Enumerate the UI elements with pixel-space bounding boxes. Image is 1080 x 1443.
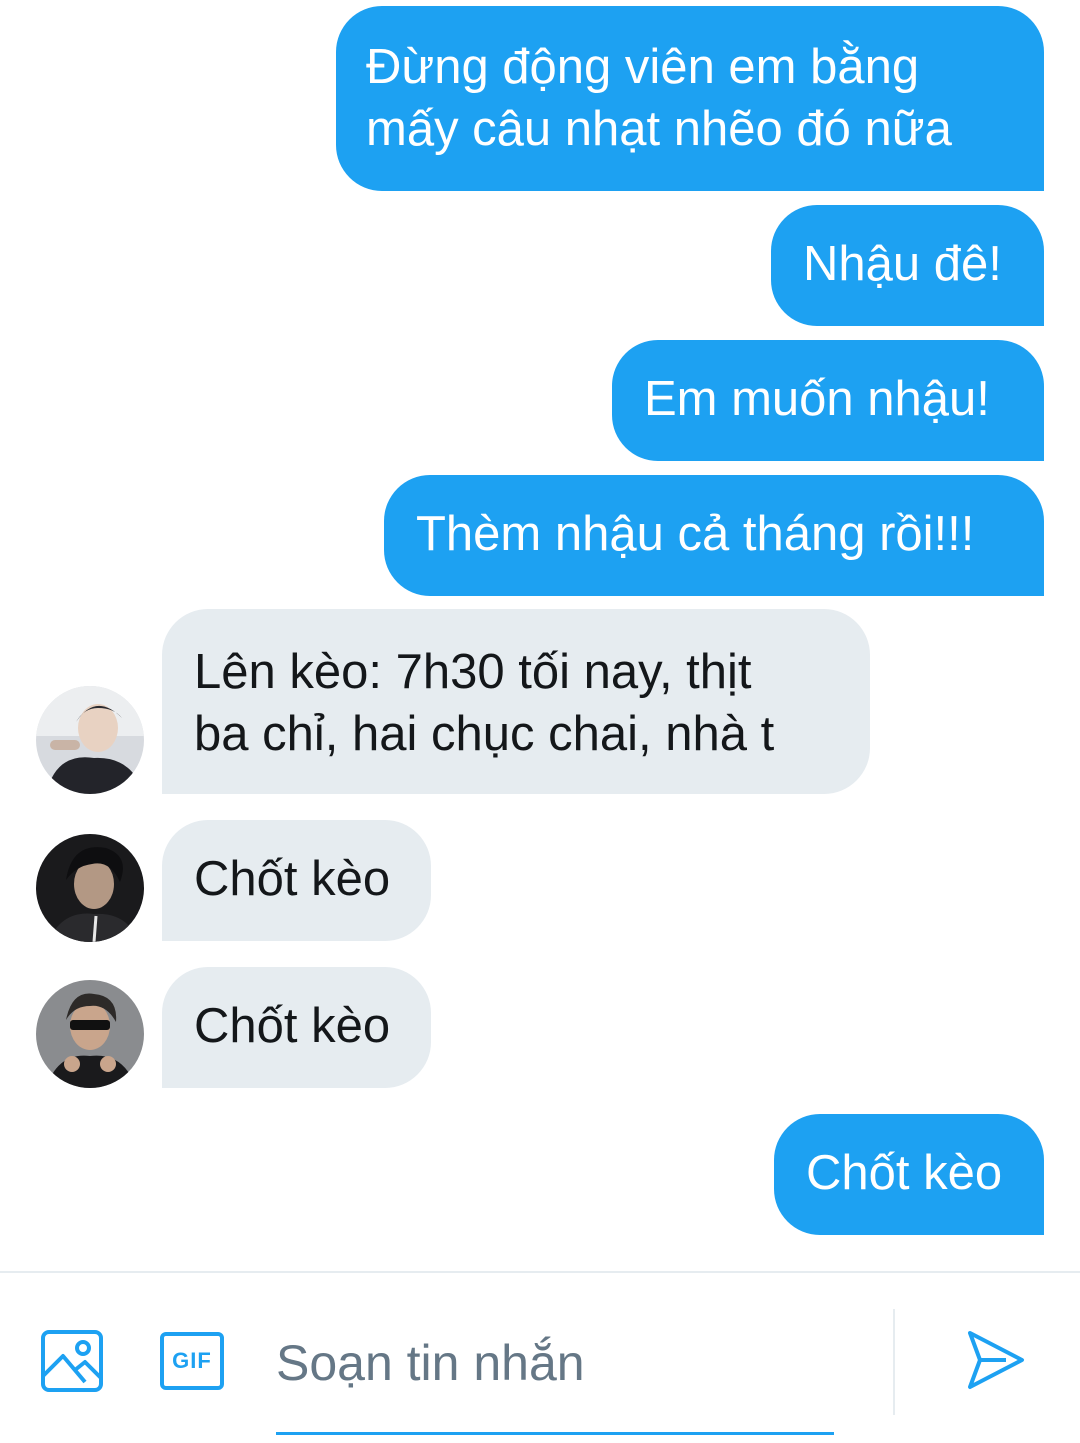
add-image-button[interactable] [40, 1329, 104, 1393]
image-icon [41, 1330, 103, 1392]
message-bubble-incoming: Lên kèo: 7h30 tối nay, thịt ba chỉ, hai … [162, 609, 870, 794]
gif-icon: GIF [160, 1332, 224, 1390]
dm-conversation: Đừng động viên em bằng mấy câu nhạt nhẽo… [0, 0, 1080, 1443]
message-bubble-incoming: Chốt kèo [162, 820, 431, 941]
send-icon [968, 1331, 1024, 1389]
avatar[interactable] [36, 686, 144, 794]
gif-label: GIF [172, 1348, 212, 1373]
message-bubble-incoming: Chốt kèo [162, 967, 431, 1088]
add-gif-button[interactable]: GIF [160, 1329, 224, 1393]
avatar[interactable] [36, 980, 144, 1088]
composer-divider [893, 1309, 895, 1415]
message-bubble-outgoing: Thèm nhậu cả tháng rồi!!! [384, 475, 1044, 596]
avatar[interactable] [36, 834, 144, 942]
send-button[interactable] [964, 1327, 1028, 1393]
message-input[interactable] [276, 1323, 834, 1435]
message-bubble-outgoing: Nhậu đê! [771, 205, 1044, 326]
message-bubble-outgoing: Chốt kèo [774, 1114, 1044, 1235]
message-composer: GIF [0, 1271, 1080, 1443]
message-bubble-outgoing: Em muốn nhậu! [612, 340, 1044, 461]
message-bubble-outgoing: Đừng động viên em bằng mấy câu nhạt nhẽo… [336, 6, 1044, 191]
